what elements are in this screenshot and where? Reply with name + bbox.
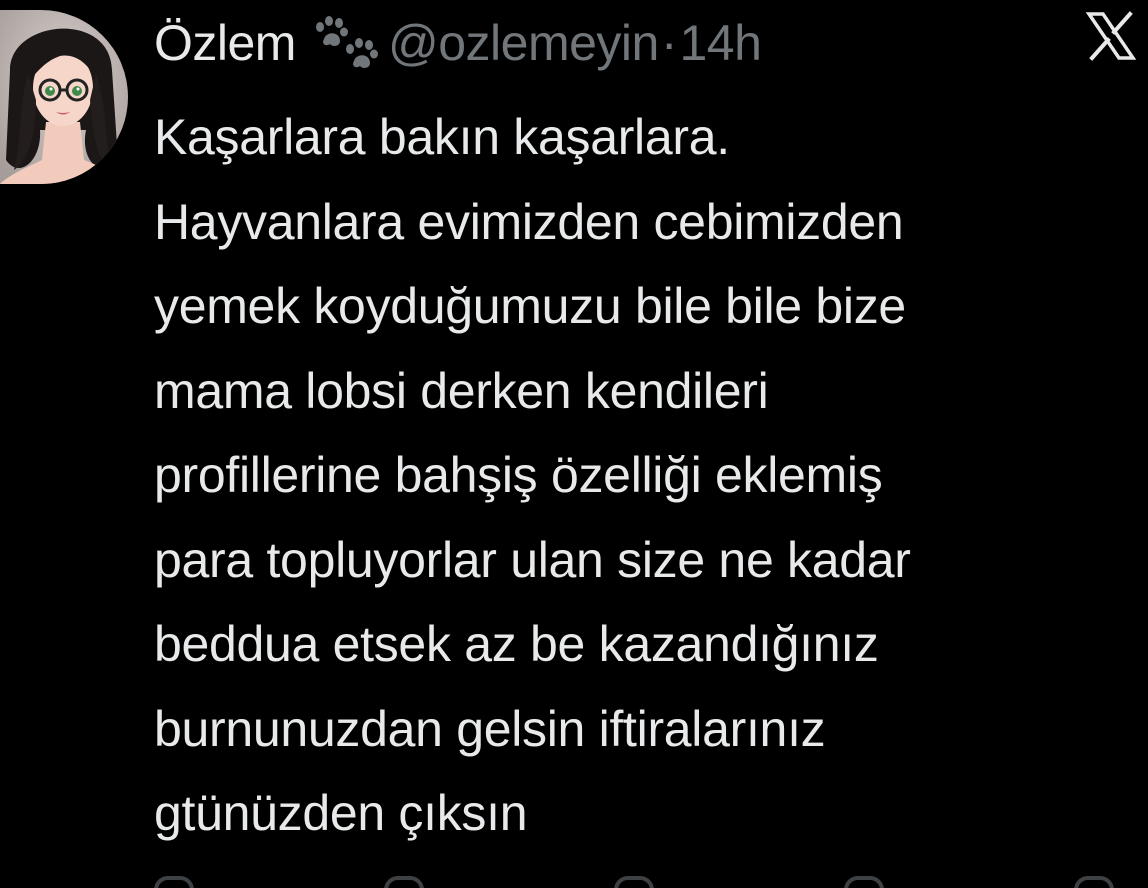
tweet-text-line: para topluyorlar ulan size ne kadar xyxy=(154,531,911,588)
views-icon[interactable] xyxy=(844,876,884,888)
like-icon[interactable] xyxy=(614,876,654,888)
tweet-text-line: Kaşarlara bakın kaşarlara. xyxy=(154,109,730,165)
avatar-illustration xyxy=(0,10,128,184)
tweet-text: Kaşarlara bakın kaşarlara. Hayvanlara ev… xyxy=(154,95,1134,856)
tweet-text-line: gtünüzden çıksın xyxy=(154,785,528,841)
tweet-header: Özlem @ozlemeyin · 14h xyxy=(154,10,762,76)
tweet-text-line: mama lobsi derken kendileri xyxy=(154,362,769,419)
avatar[interactable] xyxy=(0,10,128,184)
separator-dot: · xyxy=(660,15,678,71)
tweet-text-line: Hayvanlara evimizden cebimizden xyxy=(154,193,904,250)
x-logo-icon xyxy=(1085,10,1137,62)
tweet-text-line: beddua etsek az be kazandığınız xyxy=(154,616,879,672)
timestamp[interactable]: 14h xyxy=(679,14,761,72)
reply-icon[interactable] xyxy=(154,876,194,888)
tweet-text-line: yemek koyduğumuzu bile bile bize xyxy=(154,278,906,334)
share-icon[interactable] xyxy=(1074,876,1114,888)
user-handle[interactable]: @ozlemeyin xyxy=(388,14,659,72)
tweet-text-line: profillerine bahşiş özelliği eklemiş xyxy=(154,447,883,503)
action-bar xyxy=(154,876,1114,888)
repost-icon[interactable] xyxy=(384,876,424,888)
display-name[interactable]: Özlem xyxy=(154,14,296,72)
paw-print-icon xyxy=(310,13,380,73)
tweet-text-line: burnunuzdan gelsin iftiralarınız xyxy=(154,700,826,757)
tweet: Özlem @ozlemeyin · 14h Kaşarlara bakın k… xyxy=(0,0,1148,888)
